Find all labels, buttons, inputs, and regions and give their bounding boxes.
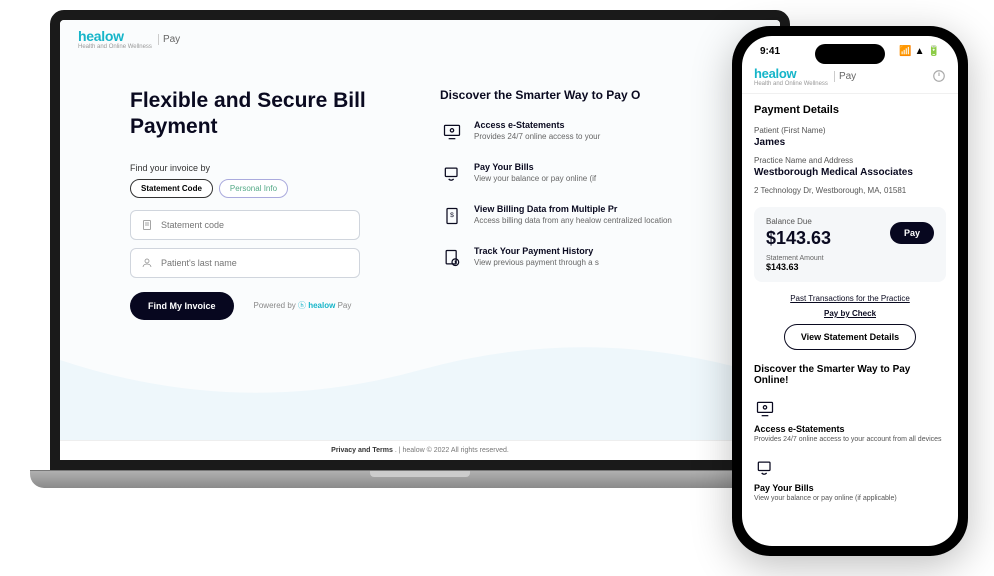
statement-code-input[interactable] bbox=[161, 220, 349, 230]
brand-product: Pay bbox=[158, 34, 180, 45]
view-statement-button[interactable]: View Statement Details bbox=[784, 324, 916, 350]
balance-amount: $143.63 bbox=[766, 228, 831, 249]
laptop-mockup: healow Health and Online Wellness Pay Fl… bbox=[50, 10, 790, 510]
practice-label: Practice Name and Address bbox=[754, 156, 946, 165]
discover-heading: Discover the Smarter Way to Pay O bbox=[440, 88, 750, 102]
invoice-tab-row: Statement Code Personal Info bbox=[130, 179, 400, 198]
battery-icon: 🔋 bbox=[928, 46, 940, 57]
statement-amount: $143.63 bbox=[766, 262, 934, 272]
powered-by: Powered by ⓗ healow Pay bbox=[254, 300, 352, 311]
monitor-icon bbox=[754, 398, 776, 420]
privacy-link[interactable]: Privacy and Terms bbox=[331, 447, 393, 454]
laptop-screen: healow Health and Online Wellness Pay Fl… bbox=[50, 10, 790, 470]
find-invoice-button[interactable]: Find My Invoice bbox=[130, 292, 234, 320]
tab-statement-code[interactable]: Statement Code bbox=[130, 179, 213, 198]
svg-text:$: $ bbox=[450, 212, 454, 219]
brand-logo-mobile: healow Health and Online Wellness Pay bbox=[754, 65, 856, 87]
laptop-header: healow Health and Online Wellness Pay bbox=[60, 20, 780, 58]
patient-label: Patient (First Name) bbox=[754, 126, 946, 135]
balance-card: Balance Due $143.63 Pay Statement Amount… bbox=[754, 207, 946, 282]
patient-name: James bbox=[754, 137, 946, 148]
signal-icon: 📶 bbox=[899, 46, 911, 57]
phone-header: healow Health and Online Wellness Pay bbox=[742, 61, 958, 94]
feature-estatements: Access e-Statements Provides 24/7 online… bbox=[440, 120, 750, 144]
history-icon bbox=[440, 246, 464, 270]
card-hand-icon bbox=[754, 457, 776, 479]
person-icon bbox=[141, 257, 153, 269]
mobile-feature-estatements: Access e-Statements Provides 24/7 online… bbox=[754, 398, 946, 443]
feature-paybills: Pay Your Bills View your balance or pay … bbox=[440, 162, 750, 186]
payment-details-heading: Payment Details bbox=[754, 104, 946, 116]
brand-logo: healow Health and Online Wellness Pay bbox=[78, 28, 180, 50]
status-time: 9:41 bbox=[760, 46, 780, 57]
find-invoice-label: Find your invoice by bbox=[130, 163, 400, 173]
page-title: Flexible and Secure Bill Payment bbox=[130, 88, 400, 141]
document-icon bbox=[141, 219, 153, 231]
phone-mockup: 9:41 📶 ▲ 🔋 healow Health and Online Well… bbox=[732, 26, 968, 556]
practice-address: 2 Technology Dr, Westborough, MA, 01581 bbox=[754, 186, 946, 195]
feature-history: Track Your Payment History View previous… bbox=[440, 246, 750, 270]
lastname-field[interactable] bbox=[130, 248, 360, 278]
balance-label: Balance Due bbox=[766, 217, 831, 226]
statement-code-field[interactable] bbox=[130, 210, 360, 240]
phone-island bbox=[815, 44, 885, 64]
laptop-base bbox=[30, 470, 810, 488]
practice-name: Westborough Medical Associates bbox=[754, 167, 946, 178]
brand-tagline: Health and Online Wellness bbox=[78, 44, 152, 50]
tab-personal-info[interactable]: Personal Info bbox=[219, 179, 288, 198]
statement-amount-label: Statement Amount bbox=[766, 255, 934, 262]
bill-icon: $ bbox=[440, 204, 464, 228]
brand-name: healow bbox=[78, 28, 124, 44]
past-transactions-link[interactable]: Past Transactions for the Practice bbox=[754, 294, 946, 303]
laptop-footer: Privacy and Terms . | healow © 2022 All … bbox=[60, 440, 780, 460]
pay-by-check-link[interactable]: Pay by Check bbox=[754, 309, 946, 318]
power-icon[interactable] bbox=[932, 69, 946, 83]
card-hand-icon bbox=[440, 162, 464, 186]
wifi-icon: ▲ bbox=[915, 46, 925, 57]
mobile-feature-paybills: Pay Your Bills View your balance or pay … bbox=[754, 457, 946, 502]
feature-multibilling: $ View Billing Data from Multiple Pr Acc… bbox=[440, 204, 750, 228]
lastname-input[interactable] bbox=[161, 258, 349, 268]
monitor-icon bbox=[440, 120, 464, 144]
pay-button[interactable]: Pay bbox=[890, 222, 934, 244]
discover-heading-mobile: Discover the Smarter Way to Pay Online! bbox=[754, 364, 946, 386]
